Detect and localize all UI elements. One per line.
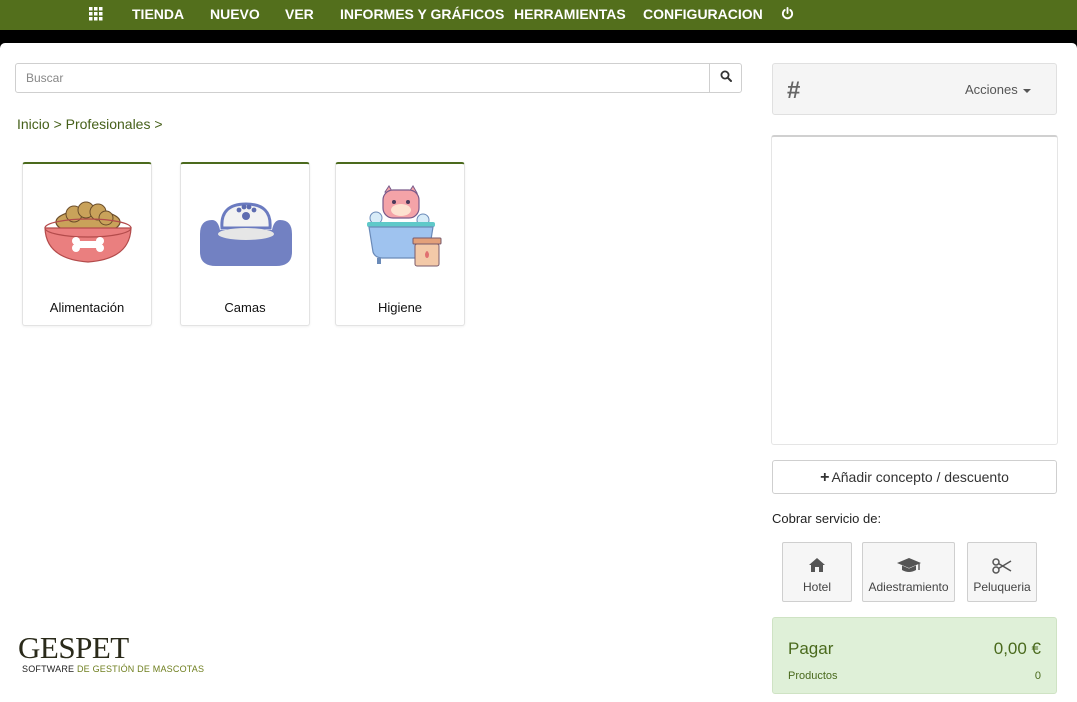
caret-down-icon [1023, 88, 1032, 93]
nav-ver[interactable]: VER [285, 0, 314, 28]
service-label: Adiestramiento [868, 580, 949, 594]
plus-icon: + [820, 469, 830, 486]
search-icon [720, 69, 732, 87]
service-title: Cobrar servicio de: [772, 511, 882, 526]
service-hotel-button[interactable]: Hotel [782, 542, 852, 602]
food-bowl-icon [38, 184, 138, 274]
ticket-lines [771, 135, 1058, 445]
products-label: Productos [788, 670, 838, 682]
category-card-camas[interactable]: Camas [180, 162, 310, 326]
home-icon [783, 557, 851, 577]
ticket-header: # Acciones [772, 63, 1057, 115]
graduation-cap-icon [863, 557, 954, 577]
search-button[interactable] [709, 64, 741, 92]
logo-sub-a: SOFTWARE [22, 664, 75, 674]
service-peluqueria-button[interactable]: Peluqueria [967, 542, 1037, 602]
dog-bath-icon [351, 184, 451, 274]
nav-informes[interactable]: INFORMES Y GRÁFICOS [340, 0, 504, 28]
products-count: 0 [1034, 670, 1041, 682]
logo-sub-b: DE GESTIÓN DE MASCOTAS [76, 664, 205, 674]
search-box [15, 63, 742, 93]
add-concept-button[interactable]: + Añadir concepto / descuento [772, 460, 1057, 494]
service-adiestramiento-button[interactable]: Adiestramiento [862, 542, 955, 602]
nav-herramientas[interactable]: HERRAMIENTAS [514, 0, 626, 28]
category-label: Camas [224, 300, 266, 315]
logo-text-b: PET [75, 630, 129, 665]
pay-amount: 0,00 € [993, 639, 1041, 658]
logo-text-a: GES [18, 630, 76, 665]
search-input[interactable] [16, 64, 710, 92]
pay-label: Pagar [788, 639, 834, 658]
actions-label: Acciones [965, 82, 1018, 97]
service-label: Peluqueria [973, 580, 1031, 594]
top-navigation: TIENDA NUEVO VER INFORMES Y GRÁFICOS HER… [0, 0, 1077, 30]
actions-dropdown[interactable]: Acciones [965, 82, 1032, 97]
nav-nuevo[interactable]: NUEVO [210, 0, 260, 28]
category-card-alimentacion[interactable]: Alimentación [22, 162, 152, 326]
gespet-logo: GESPET SOFTWARE DE GESTIÓN DE MASCOTAS [18, 630, 205, 675]
header-divider [0, 30, 1077, 48]
add-concept-label: Añadir concepto / descuento [831, 469, 1009, 485]
pay-button[interactable]: Pagar 0,00 € Productos 0 [772, 617, 1057, 694]
category-card-higiene[interactable]: Higiene [335, 162, 465, 326]
grid-icon[interactable] [89, 0, 103, 28]
nav-tienda[interactable]: TIENDA [132, 0, 184, 28]
scissors-icon [968, 557, 1036, 577]
category-label: Higiene [377, 300, 423, 315]
pet-bed-icon [196, 184, 296, 274]
nav-configuracion[interactable]: CONFIGURACION [643, 0, 763, 28]
breadcrumb[interactable]: Inicio > Profesionales > [17, 116, 163, 132]
service-label: Hotel [802, 580, 831, 594]
power-icon[interactable] [781, 0, 794, 28]
hash-icon: # [787, 77, 801, 104]
category-label: Alimentación [49, 300, 125, 315]
